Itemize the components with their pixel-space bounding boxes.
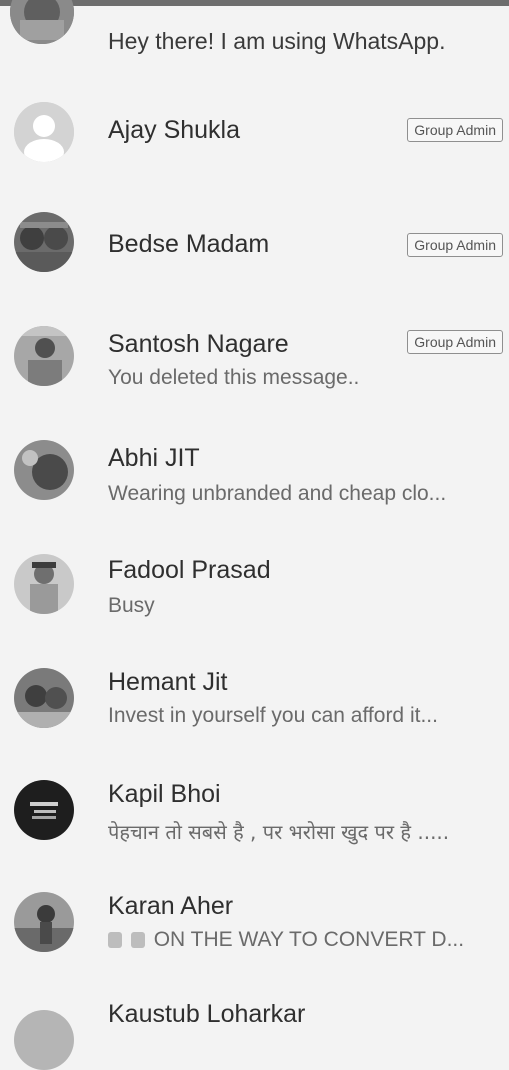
list-item[interactable]: Kaustub Loharkar [0,1000,509,1070]
contact-status: Hey there! I am using WhatsApp. [108,28,446,54]
list-item[interactable]: Kapil Bhoi पेहचान तो सबसे है , पर भरोसा … [0,778,509,888]
contact-status: पेहचान तो सबसे है , पर भरोसा खुद पर है .… [108,820,450,844]
avatar [14,780,74,840]
list-item[interactable]: Fadool Prasad Busy [0,552,509,662]
list-item[interactable]: Hey there! I am using WhatsApp. [0,0,509,68]
contact-status: Invest in yourself you can afford it... [108,704,438,727]
contact-status: Busy [108,594,155,617]
avatar [14,440,74,500]
contact-name: Abhi JIT [108,444,200,472]
list-item[interactable]: Bedse Madam Group Admin [0,212,509,322]
list-item[interactable]: Ajay Shukla Group Admin [0,102,509,212]
list-item[interactable]: Santosh Nagare Group Admin You deleted t… [0,322,509,432]
avatar [14,212,74,272]
contact-status-container: ON THE WAY TO CONVERT D... [108,928,464,952]
avatar [14,554,74,614]
group-admin-badge: Group Admin [407,330,503,354]
group-admin-badge: Group Admin [407,118,503,142]
contact-status: Wearing unbranded and cheap clo... [108,482,447,505]
avatar [14,892,74,952]
avatar [14,1010,74,1070]
photo-emoji-icon [130,932,145,948]
avatar [10,0,74,44]
contact-name: Karan Aher [108,892,234,920]
avatar [14,326,74,386]
contact-name: Hemant Jit [108,668,228,696]
contact-status: ON THE WAY TO CONVERT D... [153,928,465,951]
group-admin-badge: Group Admin [407,233,503,257]
contact-name: Bedse Madam [108,230,270,258]
contact-status: You deleted this message.. [108,366,360,389]
contact-name: Kaustub Loharkar [108,1000,306,1028]
contact-name: Ajay Shukla [108,116,241,144]
contact-name: Kapil Bhoi [108,780,221,808]
list-item[interactable]: Hemant Jit Invest in yourself you can af… [0,666,509,776]
list-item[interactable]: Karan Aher ON THE WAY TO CONVERT D... [0,890,509,1000]
default-avatar-icon [14,102,74,162]
list-item[interactable]: Abhi JIT Wearing unbranded and cheap clo… [0,438,509,548]
contact-name: Santosh Nagare [108,330,289,358]
contact-name: Fadool Prasad [108,556,271,584]
avatar [14,668,74,728]
victory-hand-emoji-icon [108,932,122,948]
